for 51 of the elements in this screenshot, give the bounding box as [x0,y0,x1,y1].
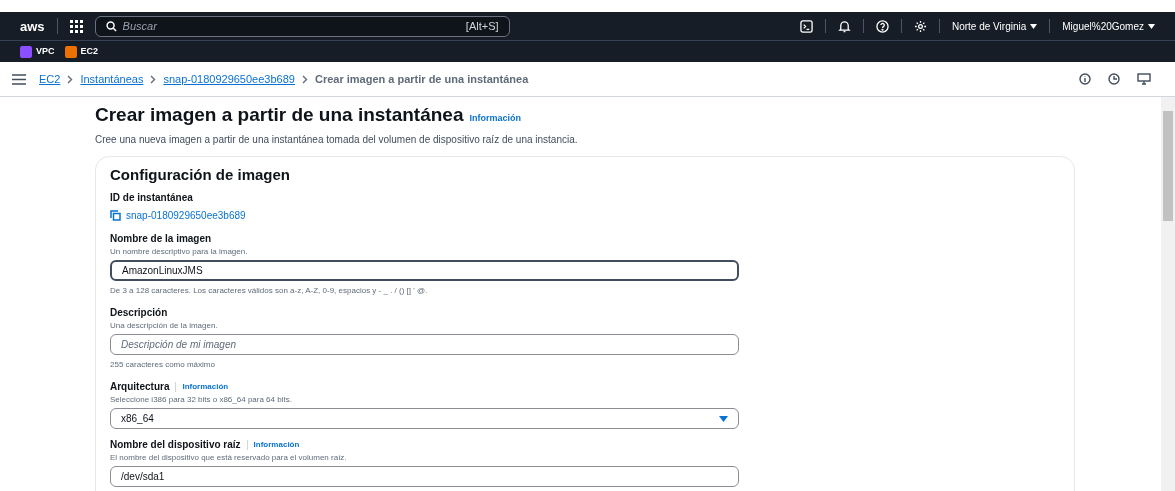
copy-icon [110,210,121,221]
account-dropdown[interactable]: Miguel%20Gomez [1062,18,1155,34]
page-title: Crear imagen a partir de una instantánea [95,103,464,127]
field-label: ID de instantánea [110,191,193,205]
field-label: Descripción [110,306,168,320]
caret-icon [719,415,728,422]
aws-logo[interactable]: aws [20,19,45,33]
field-label: Nombre de la imagen [110,232,212,246]
favorite-service[interactable]: EC2 [64,44,99,59]
clock-icon[interactable] [1108,73,1120,85]
shortcut-hint: [Alt+S] [465,18,499,34]
scrollbar[interactable] [1161,97,1175,491]
page-description: Cree una nueva imagen a partir de una instantánea tomada del volumen de dispositivo raíz de una instancia. [95,132,579,147]
region-dropdown[interactable]: Norte de Virginia [951,18,1038,34]
settings-icon[interactable] [913,19,927,33]
caret-icon [1148,23,1155,29]
chevron-icon [150,74,157,84]
field-description: Seleccione i386 para 32 bits o x86_64 para 64 bits. [110,394,293,405]
panel-title: Configuración de imagen [110,164,291,185]
select-dropdown[interactable]: x86_64 [110,408,739,429]
field-label: Nombre del dispositivo raíz [110,438,241,452]
copy-link[interactable]: snap-0180929650ee3b689 [110,208,1054,223]
input-field[interactable]: /dev/sda1 [110,466,739,487]
terminal-icon[interactable] [799,19,813,33]
input-field[interactable]: Descripción de mi imagen [110,334,739,355]
favorite-service[interactable]: VPC [20,44,55,59]
chevron-icon [67,74,74,84]
breadcrumb-current: Crear imagen a partir de una instantánea [314,71,529,87]
breadcrumb-link[interactable]: snap-0180929650ee3b689 [163,70,295,88]
field-description: Una descripción de la imagen. [110,320,219,331]
breadcrumb-link[interactable]: EC2 [39,70,61,88]
search-icon [105,20,117,32]
caret-icon [1030,23,1038,29]
help-icon[interactable] [875,19,889,33]
info-link[interactable]: Información [469,112,522,126]
chevron-icon [301,74,308,84]
breadcrumb-link[interactable]: Instantáneas [80,70,144,88]
field-label: Arquitectura [110,380,170,394]
screen-icon[interactable] [1137,73,1151,85]
info-link[interactable]: Información [182,380,229,393]
bell-icon[interactable] [837,19,851,33]
info-icon[interactable] [1079,73,1091,85]
info-link[interactable]: Información [253,438,300,451]
grid-menu-icon[interactable] [69,19,83,33]
field-description: Un nombre descriptivo para la imagen. [110,246,249,257]
constraint-text: De 3 a 128 caracteres. Los caracteres válidos son a-z, A-Z, 0-9, espacios y - _ . / () [] ' @. [110,285,429,297]
input-field[interactable]: AmazonLinuxJMS [110,260,739,281]
constraint-text: 255 caracteres como máximo [110,359,216,371]
field-description: El nombre del dispositivo que está reservado para el volumen raíz. [110,452,348,463]
search-field[interactable]: Buscar [Alt+S] [94,15,510,37]
menu-icon[interactable] [12,73,26,85]
